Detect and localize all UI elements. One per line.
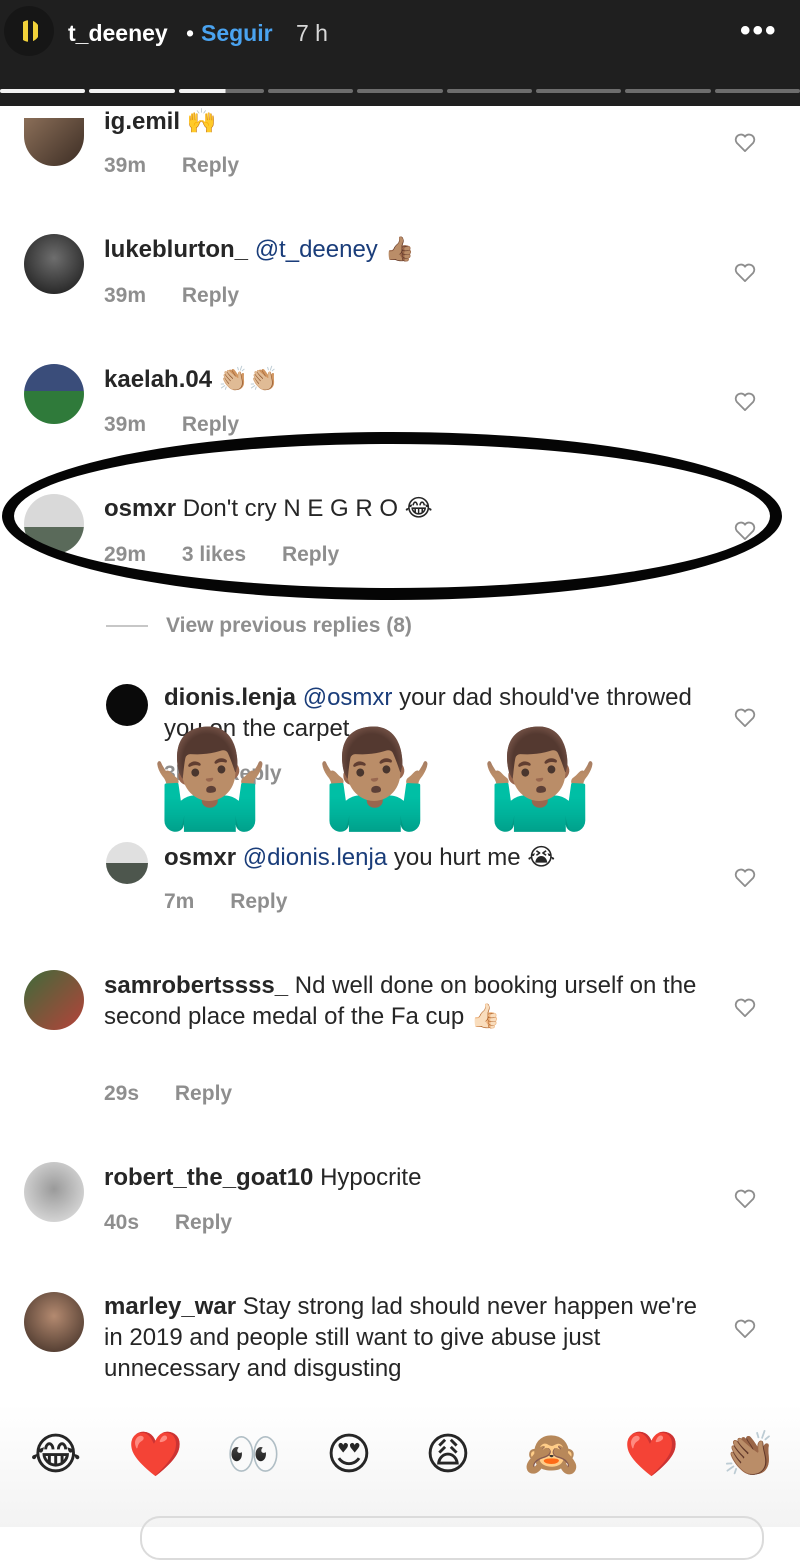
reply-button[interactable]: Reply: [175, 1082, 232, 1105]
comment-username[interactable]: kaelah.04: [104, 366, 212, 393]
mention-link[interactable]: @osmxr: [303, 684, 393, 711]
comment-text: robert_the_goat10 Hypocrite: [104, 1162, 421, 1193]
reaction-heart-icon[interactable]: ❤️: [624, 1430, 679, 1480]
reaction-heart-eyes-icon[interactable]: 😍: [326, 1430, 372, 1480]
reaction-see-no-evil-icon[interactable]: 🙈: [524, 1430, 579, 1480]
comment-username[interactable]: marley_war: [104, 1293, 236, 1320]
reply-button[interactable]: Reply: [182, 413, 239, 436]
comment-username[interactable]: lukeblurton_: [104, 236, 248, 263]
view-previous-replies[interactable]: View previous replies (8): [106, 614, 412, 638]
comment-username[interactable]: robert_the_goat10: [104, 1164, 313, 1191]
reply-username[interactable]: osmxr: [164, 844, 236, 871]
separator-dot: •: [186, 20, 195, 46]
mention-link[interactable]: @dionis.lenja: [243, 844, 387, 871]
like-heart-icon[interactable]: [734, 132, 756, 152]
comment-meta: 39m Reply: [104, 154, 269, 178]
comment-body: Hypocrite: [320, 1164, 422, 1191]
reaction-eyes-icon[interactable]: 👀: [226, 1430, 281, 1480]
story-header: t_deeney • Seguir 7 h •••: [0, 0, 800, 106]
comment-username[interactable]: samrobertssss_: [104, 972, 288, 999]
reply-text: osmxr @dionis.lenja you hurt me 😭: [164, 842, 704, 873]
comment-time: 40s: [104, 1211, 140, 1234]
avatar[interactable]: [24, 1292, 84, 1352]
avatar[interactable]: [24, 364, 84, 424]
reaction-weary-icon[interactable]: 😩: [425, 1430, 471, 1480]
more-options-icon[interactable]: •••: [740, 14, 778, 48]
like-heart-icon[interactable]: [734, 997, 756, 1017]
shrug-sticker: 🤷🏽‍♂️: [150, 726, 270, 833]
comment-meta: 39m Reply: [104, 284, 269, 308]
story-username[interactable]: t_deeney: [68, 20, 168, 47]
like-heart-icon[interactable]: [734, 1188, 756, 1208]
reply-button[interactable]: Reply: [182, 154, 239, 177]
shrug-sticker: 🤷🏽‍♂️: [480, 726, 600, 833]
story-time: 7 h: [296, 20, 328, 46]
mention-link[interactable]: @t_deeney: [255, 236, 378, 263]
comment-text: ig.emil 🙌: [104, 106, 217, 137]
avatar[interactable]: [24, 234, 84, 294]
avatar[interactable]: [24, 118, 84, 166]
comment-time: 39m: [104, 154, 147, 177]
view-previous-label[interactable]: View previous replies (8): [166, 614, 412, 637]
comment-meta: 29s Reply: [104, 1082, 262, 1106]
comment-body: 👏🏼👏🏼: [218, 366, 279, 393]
reply-button[interactable]: Reply: [230, 890, 287, 913]
reply-username[interactable]: dionis.lenja: [164, 684, 296, 711]
comment-meta: 39m Reply: [104, 413, 269, 437]
hand-drawn-circle: [2, 432, 782, 600]
avatar[interactable]: [106, 842, 148, 884]
comment-input[interactable]: [140, 1516, 764, 1560]
avatar[interactable]: [4, 6, 54, 56]
avatar[interactable]: [24, 970, 84, 1030]
reply-body: you hurt me 😭: [387, 844, 556, 871]
like-heart-icon[interactable]: [734, 391, 756, 411]
like-heart-icon[interactable]: [734, 1318, 756, 1338]
reply-button[interactable]: Reply: [175, 1211, 232, 1234]
avatar[interactable]: [24, 1162, 84, 1222]
reply-time: 7m: [164, 890, 195, 913]
comment-meta: 40s Reply: [104, 1211, 262, 1235]
like-heart-icon[interactable]: [734, 707, 756, 727]
comment-text: samrobertssss_ Nd well done on booking u…: [104, 970, 704, 1032]
comment-text: kaelah.04 👏🏼👏🏼: [104, 364, 279, 395]
comment-body: 👍🏽: [384, 236, 415, 263]
avatar[interactable]: [106, 684, 148, 726]
comment-time: 29s: [104, 1082, 140, 1105]
comment-text: lukeblurton_ @t_deeney 👍🏽: [104, 234, 414, 265]
like-heart-icon[interactable]: [734, 262, 756, 282]
shrug-sticker: 🤷🏽‍♂️: [315, 726, 435, 833]
follow-button[interactable]: Seguir: [201, 20, 273, 47]
comment-body: 🙌: [186, 108, 217, 135]
comment-time: 39m: [104, 413, 147, 436]
reply-button[interactable]: Reply: [182, 284, 239, 307]
comment-time: 39m: [104, 284, 147, 307]
quick-reactions-bar: 😂 ❤️ 👀 😍 😩 🙈 ❤️ 👏🏽: [0, 1404, 800, 1527]
comment-text: marley_war Stay strong lad should never …: [104, 1291, 704, 1384]
reaction-heart-icon[interactable]: ❤️: [128, 1430, 183, 1480]
comment-username[interactable]: ig.emil: [104, 108, 180, 135]
like-heart-icon[interactable]: [734, 867, 756, 887]
reply-meta: 7m Reply: [164, 890, 317, 914]
story-progress: [0, 89, 800, 93]
reaction-clap-icon[interactable]: 👏🏽: [722, 1430, 777, 1480]
reaction-laugh-icon[interactable]: 😂: [30, 1430, 81, 1480]
